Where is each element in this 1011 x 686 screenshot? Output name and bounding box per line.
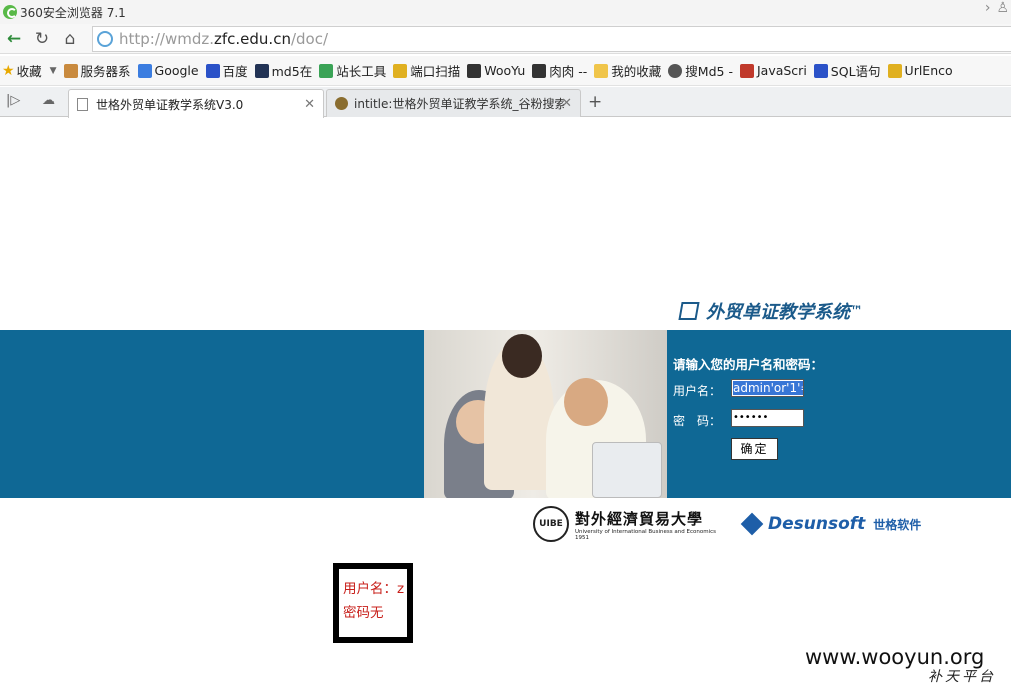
page-content: 外贸单证教学系统 ™ 请输入您的用户名和密码： 用户名： admin'or'1'… <box>0 118 1011 686</box>
browser-logo-icon <box>3 5 17 19</box>
bookmark-item[interactable]: 搜Md5 - <box>666 61 738 80</box>
url-subdomain: wmdz. <box>164 30 214 48</box>
document-icon <box>77 97 88 111</box>
window-titlebar: 360安全浏览器 7.1 › ♙ <box>0 0 1011 24</box>
system-title: 外贸单证教学系统 ™ <box>678 298 863 324</box>
watermark-tagline: 补天平台 <box>928 669 996 685</box>
baidu-icon <box>813 63 828 78</box>
tab-bar: |▷ ☁ 世格外贸单证教学系统V3.0 ✕ intitle:世格外贸单证教学系统… <box>0 87 1011 118</box>
navigation-bar: ← ↻ ⌂ http://wmdz. zfc.edu.cn/doc/ <box>0 24 1011 54</box>
person-face <box>564 378 608 426</box>
server-icon <box>63 63 78 78</box>
tab-label: 世格外贸单证教学系统V3.0 <box>96 97 244 112</box>
bookmark-item[interactable]: 端口扫描 <box>391 61 465 80</box>
login-title: 请输入您的用户名和密码： <box>673 357 824 372</box>
login-form: 请输入您的用户名和密码： 用户名： admin'or'1'='1 密 码： ••… <box>670 330 1011 498</box>
user-icon[interactable]: ♙ <box>996 0 1009 16</box>
tab-label: intitle:世格外贸单证教学系统_谷粉搜索 <box>354 97 564 111</box>
reload-icon[interactable]: ↻ <box>28 29 56 49</box>
desunsoft-logo: Desunsoft 世格软件 <box>740 512 922 536</box>
bookmark-favorites[interactable]: ★ 收藏 ▼ <box>0 61 62 80</box>
person-hair <box>502 334 542 378</box>
desunsoft-name-cn: 世格软件 <box>873 517 922 532</box>
webmaster-icon <box>319 63 334 78</box>
office-photo <box>424 330 667 498</box>
annotation-box: 用户名：z 密码无 <box>333 563 413 643</box>
desunsoft-diamond-icon <box>740 512 764 536</box>
close-icon[interactable]: ✕ <box>561 96 572 111</box>
scan-icon <box>393 63 408 78</box>
window-title: 360安全浏览器 7.1 <box>20 5 126 20</box>
tab-active[interactable]: 世格外贸单证教学系统V3.0 ✕ <box>68 89 324 118</box>
new-tab-icon[interactable]: + <box>588 92 602 112</box>
close-icon[interactable]: ✕ <box>304 97 315 112</box>
desunsoft-name: Desunsoft <box>767 514 866 534</box>
monitor <box>592 442 662 498</box>
bookmark-item[interactable]: 百度 <box>204 61 253 80</box>
bookmark-item[interactable]: Google <box>136 63 204 78</box>
bookmark-item[interactable]: 我的收藏 <box>592 61 666 80</box>
folder-icon <box>594 63 609 78</box>
url-domain: zfc.edu.cn <box>214 30 291 48</box>
bookmark-item[interactable]: 站长工具 <box>317 61 391 80</box>
bookmark-item[interactable]: 肉肉 -- <box>530 61 592 80</box>
back-arrow-icon[interactable]: ← <box>0 29 28 49</box>
bookmark-item[interactable]: SQL语句 <box>812 61 886 80</box>
bookmark-item[interactable]: UrlEnco <box>886 63 958 78</box>
url-path: /doc/ <box>290 30 329 48</box>
url-scheme: http:// <box>119 30 165 48</box>
chevron-down-icon[interactable]: ▼ <box>50 66 57 76</box>
wooyun-icon <box>467 63 482 78</box>
cloud-icon[interactable]: ☁ <box>42 93 55 108</box>
globe-icon <box>97 31 113 47</box>
uibe-year: 1951 <box>575 534 589 541</box>
username-input[interactable]: admin'or'1'='1 <box>731 379 804 397</box>
sidebar-toggle-icon[interactable]: |▷ <box>6 93 20 108</box>
uibe-name-cn: 對外經濟貿易大學 <box>575 509 704 528</box>
annotation-line-username: 用户名：z <box>343 581 405 597</box>
star-icon: ★ <box>2 62 15 79</box>
bookmark-item[interactable]: WooYu <box>465 63 530 78</box>
google-icon <box>137 63 152 78</box>
url-icon <box>887 63 902 78</box>
md5-icon <box>668 63 683 78</box>
password-label: 密 码： <box>673 414 722 428</box>
grid-icon <box>254 63 269 78</box>
system-logo-icon <box>678 302 700 320</box>
titlebar-controls: › ♙ <box>985 0 1011 16</box>
uibe-name-en: University of International Business and… <box>575 528 716 535</box>
uibe-seal-icon: UIBE <box>533 506 569 542</box>
bookmark-item[interactable]: 服务器系 <box>62 61 136 80</box>
annotation-line-password: 密码无 <box>343 605 384 621</box>
baidu-icon <box>205 63 220 78</box>
submit-button[interactable]: 确定 <box>731 438 778 460</box>
uibe-logo: 對外經濟貿易大學 University of International Bus… <box>575 508 716 541</box>
bookmark-item[interactable]: JavaScri <box>738 63 812 78</box>
bookmarks-bar: ★ 收藏 ▼ 服务器系 Google 百度 md5在 站长工具 端口扫描 WooYu… <box>0 56 1011 86</box>
password-input[interactable]: •••••• <box>731 409 804 427</box>
username-label: 用户名： <box>673 384 722 398</box>
favicon-icon <box>335 97 348 110</box>
chevron-right-icon[interactable]: › <box>985 0 991 16</box>
w3-icon <box>739 63 754 78</box>
bookmark-item[interactable]: md5在 <box>253 61 318 80</box>
wooyun-icon <box>532 63 547 78</box>
tab-inactive[interactable]: intitle:世格外贸单证教学系统_谷粉搜索 ✕ <box>326 89 581 117</box>
home-icon[interactable]: ⌂ <box>56 29 84 49</box>
address-bar[interactable]: http://wmdz. zfc.edu.cn/doc/ <box>92 26 1011 52</box>
partner-logos: UIBE 對外經濟貿易大學 University of Internationa… <box>533 506 921 542</box>
